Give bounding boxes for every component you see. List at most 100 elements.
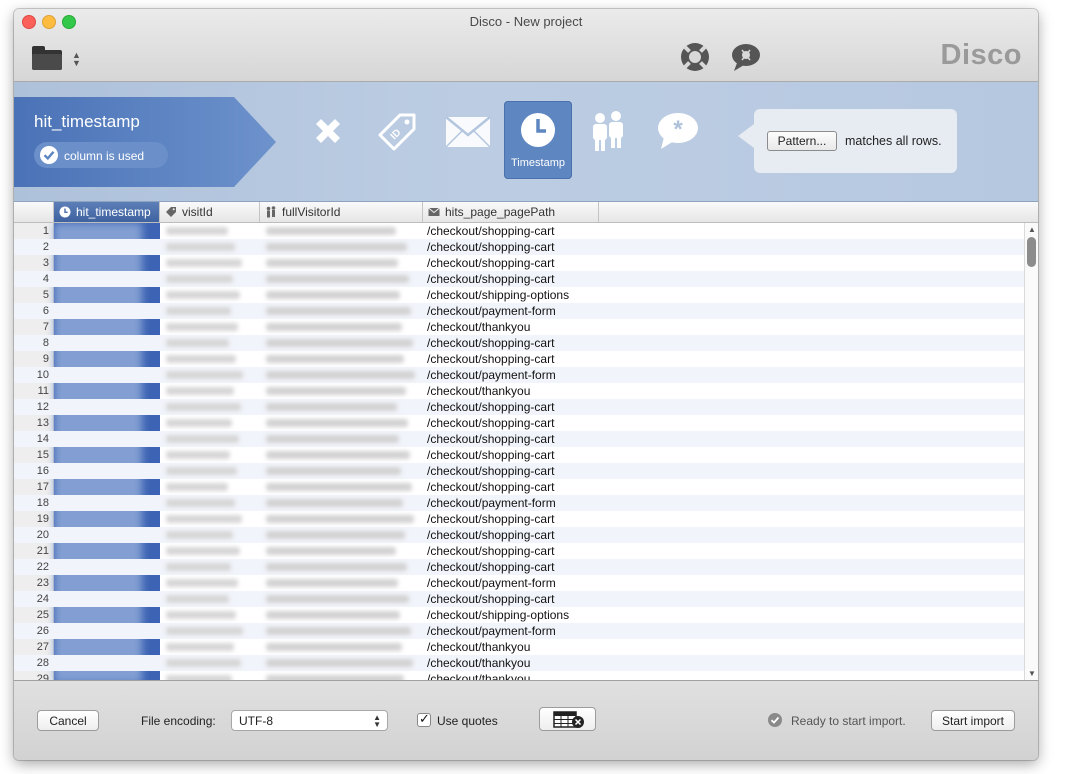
scroll-thumb[interactable] [1027,237,1036,267]
table-row[interactable]: 19/checkout/shopping-cart [14,511,1024,527]
title-bar: Disco - New project ▲ ▼ Disco [14,9,1038,82]
table-row[interactable]: 17/checkout/shopping-cart [14,479,1024,495]
table-row[interactable]: 8/checkout/shopping-cart [14,335,1024,351]
column-header-label: visitId [182,205,213,219]
table-row[interactable]: 3/checkout/shopping-cart [14,255,1024,271]
table-row[interactable]: 24/checkout/shopping-cart [14,591,1024,607]
page-path-cell: /checkout/shopping-cart [427,224,555,238]
open-project-button[interactable]: ▲ ▼ [32,43,86,73]
pattern-button[interactable]: Pattern... [767,131,837,151]
help-button[interactable] [679,41,711,73]
blurred-cell [266,467,401,475]
blurred-cell [166,611,236,619]
row-number: 27 [36,641,49,653]
table-row[interactable]: 20/checkout/shopping-cart [14,527,1024,543]
type-other-button[interactable]: * [644,101,712,179]
page-path-cell: /checkout/shopping-cart [427,544,555,558]
table-row[interactable]: 15/checkout/shopping-cart [14,447,1024,463]
column-header-hit-timestamp[interactable]: hit_timestamp [54,202,160,222]
column-header-hits-page-pagepath[interactable]: hits_page_pagePath [423,202,599,222]
type-ignore-button[interactable] [294,101,362,179]
row-number: 14 [36,433,49,445]
row-number: 9 [42,353,49,365]
table-row[interactable]: 2/checkout/shopping-cart [14,239,1024,255]
table-row[interactable]: 12/checkout/shopping-cart [14,399,1024,415]
blurred-cell [166,643,234,651]
page-path-cell: /checkout/shopping-cart [427,336,555,350]
page-path-cell: /checkout/shopping-cart [427,512,555,526]
row-number: 5 [42,289,49,301]
row-number: 1 [42,225,49,237]
page-path-cell: /checkout/shopping-cart [427,560,555,574]
use-quotes-checkbox[interactable]: ✓ [417,711,431,727]
speech-bubble-icon [732,44,760,71]
start-import-button[interactable]: Start import [931,710,1015,731]
table-row[interactable]: 27/checkout/thankyou [14,639,1024,655]
blurred-cell [166,595,229,603]
pattern-status: matches all rows. [845,134,942,148]
blurred-cell [266,323,402,331]
table-row[interactable]: 5/checkout/shipping-options [14,287,1024,303]
table-row[interactable]: 23/checkout/payment-form [14,575,1024,591]
vertical-scrollbar[interactable]: ▲ ▼ [1024,223,1038,680]
table-row[interactable]: 25/checkout/shipping-options [14,607,1024,623]
table-row[interactable]: 4/checkout/shopping-cart [14,271,1024,287]
table-row[interactable]: 28/checkout/thankyou [14,655,1024,671]
table-row[interactable]: 18/checkout/payment-form [14,495,1024,511]
encoding-select[interactable]: UTF-8 ▲ ▼ [231,710,388,731]
blurred-cell [266,595,409,603]
ready-check-icon [768,713,782,727]
blurred-cell [166,515,242,523]
table-row[interactable]: 16/checkout/shopping-cart [14,463,1024,479]
table-row[interactable]: 6/checkout/payment-form [14,303,1024,319]
type-timestamp-button[interactable]: Timestamp [504,101,572,179]
row-number: 21 [36,545,49,557]
page-path-cell: /checkout/thankyou [427,640,531,654]
data-table: hit_timestamp visitId fullVisitorId hits… [14,202,1038,681]
row-number: 4 [42,273,49,285]
blurred-cell [166,579,238,587]
blurred-cell [166,243,235,251]
cancel-button[interactable]: Cancel [37,710,99,731]
table-row[interactable]: 7/checkout/thankyou [14,319,1024,335]
blurred-cell [166,659,241,667]
page-path-cell: /checkout/shopping-cart [427,528,555,542]
table-row[interactable]: 22/checkout/shopping-cart [14,559,1024,575]
column-name: hit_timestamp [34,112,140,131]
scroll-down-arrow-icon[interactable]: ▼ [1028,669,1036,678]
clear-table-button[interactable] [539,707,596,731]
type-resource-button[interactable] [574,101,642,179]
type-case-id-button[interactable]: ID [364,101,432,179]
blurred-cell [266,355,404,363]
table-row[interactable]: 9/checkout/shopping-cart [14,351,1024,367]
row-number: 18 [36,497,49,509]
dropdown-arrows-icon: ▲ ▼ [72,50,81,68]
column-header-visitid[interactable]: visitId [160,202,260,222]
table-row[interactable]: 26/checkout/payment-form [14,623,1024,639]
table-row[interactable]: 10/checkout/payment-form [14,367,1024,383]
table-row[interactable]: 21/checkout/shopping-cart [14,543,1024,559]
table-row[interactable]: 29/checkout/thankyou [14,671,1024,680]
row-number: 25 [36,609,49,621]
column-used-toggle[interactable]: column is used [34,142,168,168]
blurred-cell [266,531,405,539]
blurred-cell [266,659,413,667]
table-row[interactable]: 13/checkout/shopping-cart [14,415,1024,431]
scroll-up-arrow-icon[interactable]: ▲ [1028,225,1036,234]
row-number: 20 [36,529,49,541]
row-number: 8 [42,337,49,349]
column-header-fullvisitorid[interactable]: fullVisitorId [260,202,423,222]
page-path-cell: /checkout/thankyou [427,656,531,670]
blurred-cell [266,275,409,283]
feedback-button[interactable] [730,41,762,73]
pattern-bubble: Pattern... matches all rows. [738,109,957,173]
page-path-cell: /checkout/payment-form [427,368,556,382]
table-row[interactable]: 1/checkout/shopping-cart [14,223,1024,239]
table-row[interactable]: 14/checkout/shopping-cart [14,431,1024,447]
app-window: Disco - New project ▲ ▼ Disco hit_timest… [14,9,1038,760]
blurred-cell [266,451,410,459]
type-activity-button[interactable] [434,101,502,179]
table-row[interactable]: 11/checkout/thankyou [14,383,1024,399]
row-number: 2 [42,241,49,253]
use-quotes-label: Use quotes [437,714,498,728]
